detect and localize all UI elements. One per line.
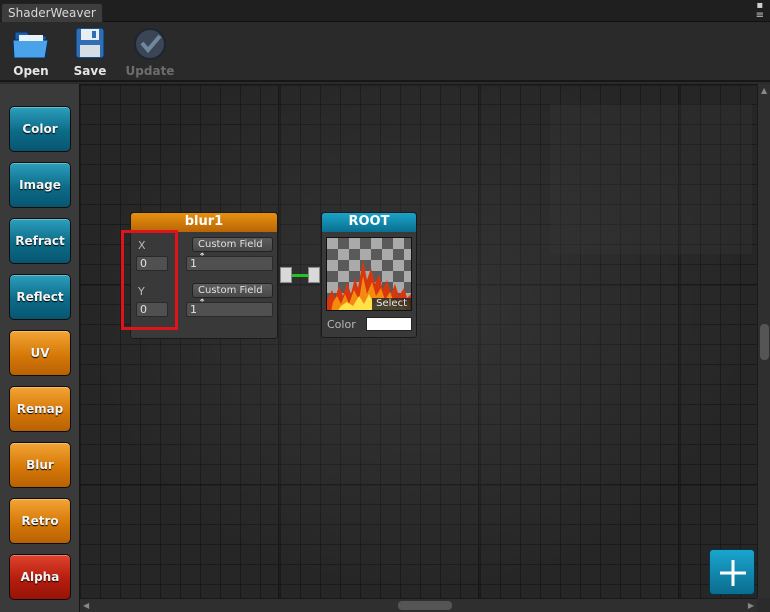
- palette-remap-button[interactable]: Remap: [9, 386, 71, 432]
- shaderweaver-window: ShaderWeaver ▪ ≡ Open Save Update Color …: [0, 0, 770, 612]
- checkmark-circle-icon: [134, 28, 166, 60]
- floppy-disk-icon: [75, 27, 105, 59]
- root-node-title[interactable]: ROOT: [322, 213, 416, 232]
- vertical-scroll-thumb[interactable]: [760, 324, 769, 360]
- horizontal-scroll-thumb[interactable]: [398, 601, 452, 610]
- open-label: Open: [13, 64, 49, 78]
- horizontal-scrollbar[interactable]: ◀ ▶: [80, 598, 757, 612]
- tab-shaderweaver[interactable]: ShaderWeaver: [1, 3, 103, 22]
- x-custom-field-dropdown[interactable]: Custom Field ↕: [192, 237, 273, 263]
- scroll-left-arrow-icon[interactable]: ◀: [83, 602, 89, 610]
- save-button[interactable]: Save: [65, 26, 115, 80]
- canvas-region: [550, 104, 752, 254]
- scroll-up-arrow-icon[interactable]: ▲: [761, 87, 767, 95]
- tab-bar: ShaderWeaver ▪ ≡: [0, 0, 770, 22]
- color-label: Color: [327, 318, 356, 331]
- palette-reflect-button[interactable]: Reflect: [9, 274, 71, 320]
- blur-output-port[interactable]: [280, 267, 292, 283]
- select-button[interactable]: Select: [372, 298, 411, 310]
- palette-image-button[interactable]: Image: [9, 162, 71, 208]
- root-input-port[interactable]: [308, 267, 320, 283]
- plus-icon: [720, 560, 746, 586]
- window-menu-icon[interactable]: ▪ ≡: [756, 1, 764, 21]
- palette-uv-button[interactable]: UV: [9, 330, 71, 376]
- palette-color-button[interactable]: Color: [9, 106, 71, 152]
- update-label: Update: [125, 64, 175, 78]
- palette-retro-button[interactable]: Retro: [9, 498, 71, 544]
- x-custom-field-input[interactable]: 1: [186, 256, 273, 271]
- add-node-button[interactable]: [709, 549, 755, 595]
- texture-preview[interactable]: Select: [326, 237, 412, 311]
- color-swatch[interactable]: [366, 317, 412, 331]
- palette-refract-button[interactable]: Refract: [9, 218, 71, 264]
- root-node[interactable]: ROOT Select Color: [321, 212, 417, 338]
- palette-blur-button[interactable]: Blur: [9, 442, 71, 488]
- node-palette: Color Image Refract Reflect UV Remap Blu…: [0, 84, 80, 612]
- open-button[interactable]: Open: [6, 26, 56, 80]
- connection-wire: [292, 274, 308, 277]
- toolbar: Open Save Update: [0, 22, 770, 82]
- y-custom-field-input[interactable]: 1: [186, 302, 273, 317]
- node-canvas[interactable]: blur1 X 0 Y 0 Custom Field ↕ 1 Custom Fi…: [80, 84, 757, 598]
- scroll-right-arrow-icon[interactable]: ▶: [748, 602, 754, 610]
- vertical-scrollbar[interactable]: ▲: [757, 84, 770, 598]
- highlight-box: [121, 230, 178, 330]
- update-button[interactable]: Update: [125, 26, 175, 80]
- save-label: Save: [73, 64, 107, 78]
- palette-alpha-button[interactable]: Alpha: [9, 554, 71, 600]
- folder-icon: [12, 31, 49, 59]
- y-custom-field-dropdown[interactable]: Custom Field ↕: [192, 283, 273, 309]
